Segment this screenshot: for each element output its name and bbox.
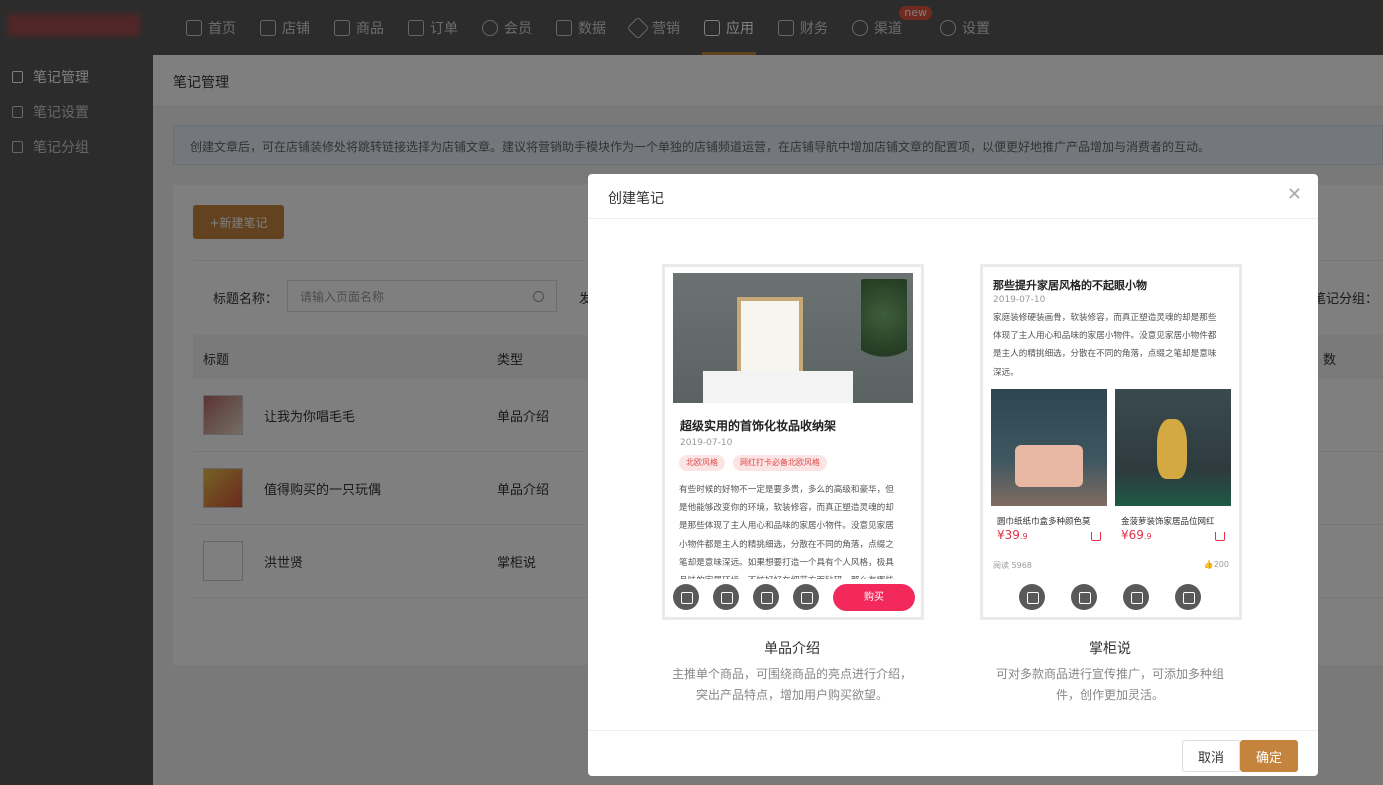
template-name: 单品介绍 — [764, 641, 820, 657]
price-decimal: .9 — [1019, 532, 1028, 541]
product-price: ¥39.9 — [997, 528, 1028, 542]
preview-body: 有些时候的好物不一定是要多贵，多么的高级和豪华，但 是他能够改变你的环境，软装修… — [679, 481, 915, 590]
preview-title: 超级实用的首饰化妆品收纳架 — [680, 419, 837, 433]
cart-icon — [1091, 532, 1101, 541]
tissue-box-decor — [1015, 445, 1083, 487]
preview-body-line: 是他能够改变你的环境，软装修容，而真正塑造灵魂的却 — [679, 503, 894, 514]
preview-date: 2019-07-10 — [680, 438, 733, 448]
preview-body-line: 是那些体现了主人用心和品味的家居小物件。没意见家居 — [679, 521, 894, 532]
template-desc-line: 可对多款商品进行宣传推广，可添加多种组 — [995, 667, 1224, 681]
preview-body-line: 有些时候的好物不一定是要多贵，多么的高级和豪华，但 — [679, 485, 894, 495]
shelf-decor — [703, 371, 853, 403]
preview-body-line: 家庭装修硬装画骨，软装修容，而真正塑造灵魂的却是那些 — [993, 313, 1217, 323]
price-main: ¥39 — [997, 528, 1020, 542]
close-icon[interactable]: ✕ — [1287, 184, 1302, 205]
preview-action-bar: 购买 — [665, 579, 921, 617]
template-card-single-product[interactable]: 超级实用的首饰化妆品收纳架 2019-07-10 北欧风格 网红打卡必备北欧风格… — [662, 264, 924, 620]
like-icon — [673, 584, 699, 610]
like-count: 👍200 — [1204, 560, 1229, 569]
product-name: 圆巾纸纸巾盒多种颜色莫 — [997, 517, 1091, 527]
pineapple-decor — [1157, 419, 1187, 479]
template-desc-line: 主推单个商品，可围绕商品的亮点进行介绍， — [671, 667, 912, 681]
preview-body-line: 小物件都是主人的精挑细选，分散在不同的角落，点缀之 — [679, 539, 894, 550]
template-card-shopkeeper[interactable]: 那些提升家居风格的不起眼小物 2019-07-10 家庭装修硬装画骨，软装修容，… — [980, 264, 1242, 620]
template-desc-line: 件，创作更加灵活。 — [1055, 688, 1164, 702]
create-note-dialog: 创建笔记 ✕ 超级实用的首饰化妆品收纳架 2019-07-10 北欧风格 网红打… — [588, 174, 1318, 776]
preview-tag: 网红打卡必备北欧风格 — [733, 455, 827, 471]
dialog-footer: 取消 确定 — [588, 730, 1318, 776]
preview-hero-image — [673, 273, 913, 403]
template-desc: 可对多款商品进行宣传推广，可添加多种组 件，创作更加灵活。 — [980, 664, 1240, 706]
preview-title: 那些提升家居风格的不起眼小物 — [993, 279, 1147, 292]
price-main: ¥69 — [1121, 528, 1144, 542]
like-count-value: 200 — [1213, 560, 1229, 569]
preview-action-bar — [983, 579, 1239, 617]
preview-tag: 北欧风格 — [679, 455, 725, 471]
preview-body-line: 是主人的精挑细选，分散在不同的角落，点缀之笔却是意味 — [993, 349, 1217, 360]
preview-date: 2019-07-10 — [993, 295, 1046, 305]
preview-body-line: 深远。 — [993, 367, 1019, 378]
cart-icon — [1215, 532, 1225, 541]
dialog-header: 创建笔记 ✕ — [588, 174, 1318, 219]
template-desc: 主推单个商品，可围绕商品的亮点进行介绍， 突出产品特点，增加用户购买欲望。 — [662, 664, 922, 706]
like-icon — [1019, 584, 1045, 610]
confirm-button[interactable]: 确定 — [1240, 740, 1298, 772]
plant-decor — [861, 279, 907, 369]
grid-icon — [713, 584, 739, 610]
thumb-icon: 👍 — [1203, 560, 1214, 569]
read-count: 阅读 5968 — [993, 561, 1032, 570]
buy-button: 购买 — [833, 584, 915, 611]
product-price: ¥69.9 — [1121, 528, 1152, 542]
cancel-button[interactable]: 取消 — [1182, 740, 1240, 772]
preview-body-line: 笔却是意味深远。如果想要打造一个具有个人风格，极具 — [679, 557, 894, 568]
preview-body: 家庭装修硬装画骨，软装修容，而真正塑造灵魂的却是那些 体现了主人用心和品味的家居… — [993, 309, 1237, 382]
share-icon — [793, 584, 819, 610]
home-icon — [753, 584, 779, 610]
share-icon — [1175, 584, 1201, 610]
home-icon — [1123, 584, 1149, 610]
template-name: 掌柜说 — [1089, 641, 1131, 657]
product-image — [1115, 389, 1231, 506]
product-name: 金菠萝装饰家居品位网红 — [1121, 517, 1215, 527]
template-desc-line: 突出产品特点，增加用户购买欲望。 — [695, 688, 888, 702]
preview-body-line: 体现了主人用心和品味的家居小物件。没意见家居小物件都 — [993, 331, 1217, 342]
grid-icon — [1071, 584, 1097, 610]
product-image — [991, 389, 1107, 506]
dialog-title: 创建笔记 — [608, 191, 664, 207]
price-decimal: .9 — [1143, 532, 1152, 541]
